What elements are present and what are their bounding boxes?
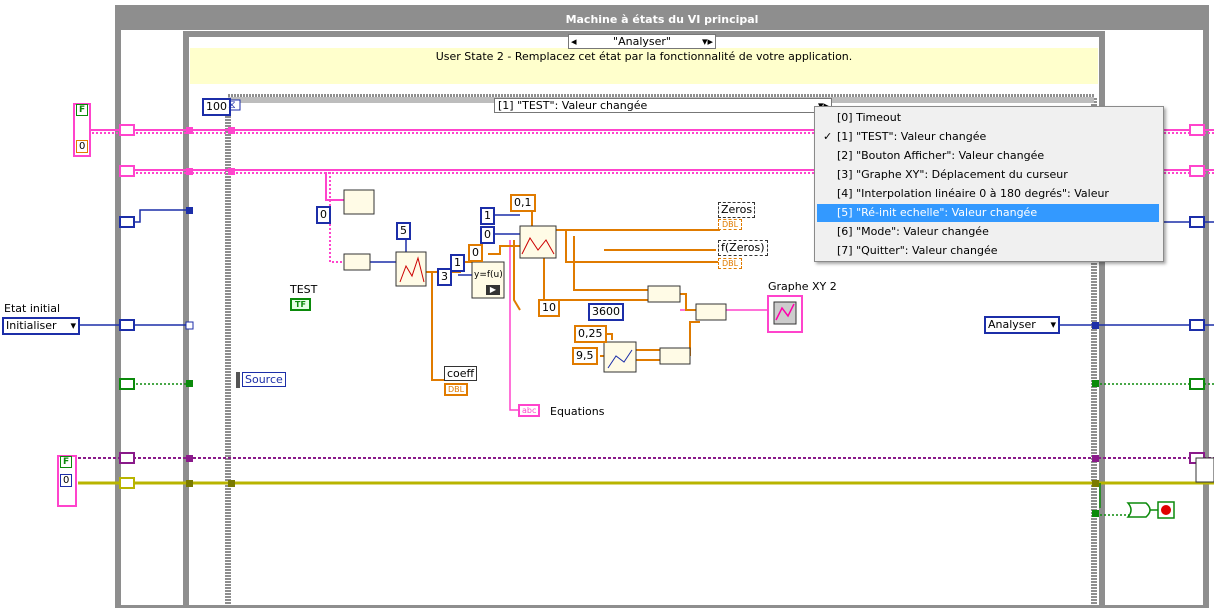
next-state-enum[interactable]: Analyser ▾ (984, 316, 1060, 334)
constant-5[interactable]: 5 (396, 222, 411, 240)
zero-constant[interactable]: 0 (76, 140, 89, 153)
case-selector-dropdown-icon[interactable]: ▾▸ (702, 35, 713, 48)
false-constant-bottom[interactable]: F (60, 456, 73, 468)
zero-constant-bottom[interactable]: 0 (60, 474, 73, 487)
constant-0-1[interactable]: 0,1 (510, 194, 536, 212)
menu-item-7[interactable]: [7] "Quitter": Valeur changée (817, 242, 1159, 260)
test-label: TEST (290, 283, 318, 296)
zeros-label: Zeros (718, 202, 756, 218)
event-dropdown-menu: [0] Timeout ✓ [1] "TEST": Valeur changée … (814, 106, 1164, 262)
enum-dropdown-icon[interactable]: ▾ (1050, 318, 1056, 332)
play-icon: ▶ (486, 285, 500, 295)
zeros-node (519, 225, 557, 259)
constant-0-c[interactable]: 0 (468, 244, 483, 262)
enum-dropdown-icon[interactable]: ▾ (70, 319, 76, 333)
event-selector[interactable]: [1] "TEST": Valeur changée ▾▸ (494, 98, 832, 113)
etat-initial-enum[interactable]: Initialiser ▾ (2, 317, 80, 335)
constant-3[interactable]: 3 (437, 268, 452, 286)
false-constant[interactable]: F (76, 104, 89, 116)
zeros-indicator[interactable]: DBL (718, 219, 743, 230)
menu-item-3[interactable]: [3] "Graphe XY": Déplacement du curseur (817, 166, 1159, 184)
bundle-array-node (695, 303, 727, 321)
menu-item-6[interactable]: [6] "Mode": Valeur changée (817, 223, 1159, 241)
etat-initial-label: Etat initial (4, 302, 61, 315)
graphe-xy-2-label: Graphe XY 2 (768, 280, 837, 293)
source-node[interactable]: Source (242, 372, 286, 387)
or-gate-icon (1126, 502, 1151, 518)
case-comment: User State 2 - Remplacez cet état par la… (435, 50, 853, 63)
equations-indicator[interactable]: abc (518, 404, 541, 417)
coeff-label: coeff (444, 366, 478, 381)
menu-item-0[interactable]: [0] Timeout (817, 109, 1159, 127)
coeff-indicator[interactable]: DBL (444, 383, 469, 396)
equations-label: Equations (550, 405, 605, 418)
formula-label: y=f(u) (474, 270, 503, 280)
stop-icon (1161, 505, 1171, 515)
timeout-constant[interactable]: 100 (202, 98, 231, 116)
fzeros-indicator[interactable]: DBL (718, 258, 743, 269)
constant-9-5[interactable]: 9,5 (572, 347, 598, 365)
constant-0-25[interactable]: 0,25 (574, 325, 607, 343)
simple-error-node (1195, 457, 1214, 483)
case-selector[interactable]: ◂ "Analyser" ▾▸ (568, 34, 716, 49)
constant-1[interactable]: 1 (480, 207, 495, 225)
menu-item-2[interactable]: [2] "Bouton Afficher": Valeur changée (817, 147, 1159, 165)
case-selector-left-arrow-icon[interactable]: ◂ (571, 35, 577, 48)
build-array-node-2 (659, 347, 691, 365)
menu-item-4[interactable]: [4] "Interpolation linéaire 0 à 180 degr… (817, 185, 1159, 218)
build-array-node (647, 285, 681, 303)
constant-0-b[interactable]: 0 (480, 226, 495, 244)
fzeros-label: f(Zeros) (718, 240, 768, 256)
constant-1-b[interactable]: 1 (450, 254, 465, 272)
constant-3600[interactable]: 3600 (588, 303, 624, 321)
constant-0[interactable]: 0 (316, 206, 331, 224)
while-loop-title: Machine à états du VI principal (120, 10, 1204, 30)
test-terminal[interactable]: TF (290, 298, 311, 311)
hourglass-icon: ⧖ (228, 98, 236, 111)
bundle-node (343, 253, 371, 271)
menu-item-5[interactable]: [5] "Ré-init echelle": Valeur changée (817, 204, 1159, 222)
constant-10[interactable]: 10 (538, 299, 560, 317)
array-function-node (343, 189, 375, 215)
checkmark-icon: ✓ (823, 130, 833, 143)
menu-item-1[interactable]: ✓ [1] "TEST": Valeur changée (817, 128, 1159, 146)
